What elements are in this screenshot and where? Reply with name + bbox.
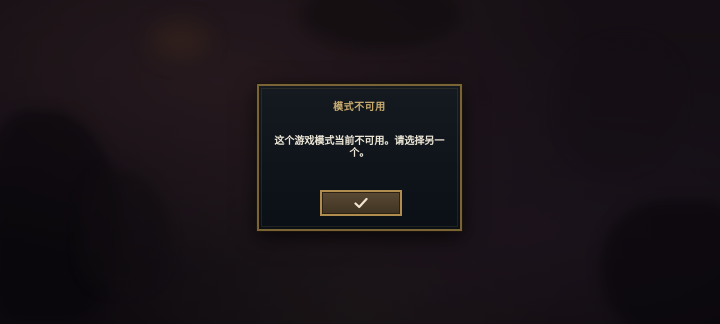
dialog-title: 模式不可用 (333, 102, 386, 113)
dialog-message: 这个游戏模式当前不可用。请选择另一个。 (274, 136, 445, 159)
confirm-button[interactable] (320, 190, 402, 216)
check-icon (354, 197, 368, 209)
game-background: 模式不可用 这个游戏模式当前不可用。请选择另一个。 (0, 0, 720, 324)
mode-unavailable-dialog: 模式不可用 这个游戏模式当前不可用。请选择另一个。 (257, 84, 462, 231)
